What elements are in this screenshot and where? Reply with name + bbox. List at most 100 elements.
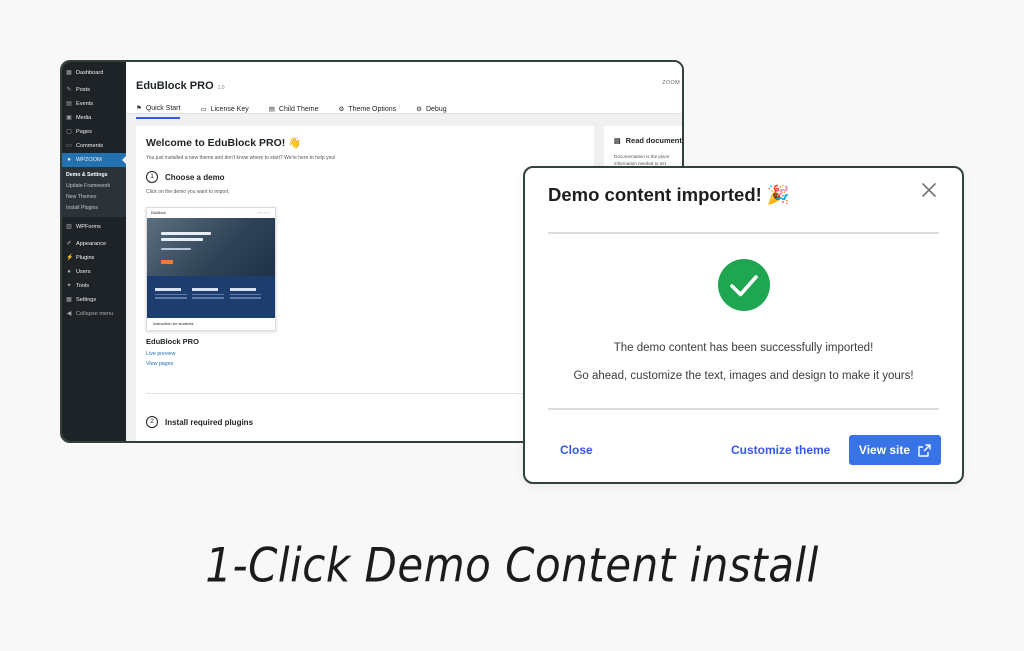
- thumb-hero-line: [161, 248, 191, 250]
- admin-sidebar: ▦ Dashboard ✎ Posts ▤ Events ▣ Media ▢ Pages …: [62, 62, 126, 441]
- page-title: EduBlock PRO: [136, 80, 214, 92]
- external-link-icon: [918, 443, 931, 457]
- sidebar-item-tools[interactable]: ✦ Tools: [62, 279, 126, 293]
- step-choose-demo: 1 Choose a demo: [146, 171, 584, 183]
- sidebar-item-label: Appearance: [76, 241, 107, 247]
- sidebar-item-collapse[interactable]: ◀ Collapse menu: [62, 307, 126, 321]
- gear-icon: ⚙: [338, 106, 345, 113]
- theme-version: 1.0: [217, 85, 225, 91]
- modal-title: Demo content imported! 🎉: [548, 184, 790, 205]
- thumb-hero-line: [161, 232, 211, 235]
- plug-icon: ⚡: [66, 255, 74, 261]
- submenu-demo-settings[interactable]: Demo & Settings: [62, 170, 126, 181]
- thumb-nav: EduBlock ▪▪▪▪▪▪: [147, 208, 275, 218]
- sidebar-item-label: Pages: [76, 129, 92, 135]
- step-label: Install required plugins: [165, 417, 254, 427]
- tab-label: Debug: [425, 105, 447, 113]
- sidebar-item-dashboard[interactable]: ▦ Dashboard: [62, 66, 126, 80]
- caption: 1-Click Demo Content install: [205, 538, 819, 593]
- page-icon: ▢: [66, 129, 72, 135]
- sidebar-item-appearance[interactable]: ✐ Appearance: [62, 237, 126, 251]
- thumb-hero-line: [161, 238, 203, 241]
- sidebar-item-label: Plugins: [76, 255, 95, 261]
- submenu-new-themes[interactable]: New Themes: [62, 192, 126, 203]
- tab-debug[interactable]: ⚙ Debug: [416, 104, 446, 119]
- sidebar-item-label: Events: [76, 101, 94, 107]
- calendar-icon: ▤: [66, 101, 72, 107]
- key-icon: ▭: [200, 106, 207, 113]
- wpzoom-submenu: Demo & Settings Update Framework New The…: [62, 167, 126, 217]
- tab-child-theme[interactable]: ▤ Child Theme: [269, 104, 319, 119]
- view-site-button[interactable]: View site: [849, 435, 941, 465]
- thumb-hero-button: [161, 260, 173, 264]
- tab-label: Theme Options: [348, 105, 397, 113]
- thumb-menu-icon: ▪▪▪▪▪▪: [257, 211, 271, 215]
- theme-tabs: ⚑ Quick Start ▭ License Key ▤ Child Theme ⚙…: [136, 104, 672, 119]
- user-icon: ●: [67, 269, 71, 275]
- close-button[interactable]: Close: [560, 443, 593, 457]
- tab-label: License Key: [210, 105, 249, 113]
- tab-theme-options[interactable]: ⚙ Theme Options: [338, 104, 396, 119]
- sidebar-item-wpforms[interactable]: ▥ WPForms: [62, 220, 126, 234]
- collapse-icon: ◀: [66, 311, 72, 317]
- step-install-plugins: 2 Install required plugins: [146, 416, 584, 428]
- sidebar-item-users[interactable]: ● Users: [62, 265, 126, 279]
- step-label: Choose a demo: [165, 172, 225, 182]
- thumb-logo: EduBlock: [151, 211, 166, 215]
- sidebar-item-label: Media: [76, 115, 92, 121]
- welcome-subtitle: You just installed a new theme and don't…: [146, 155, 336, 161]
- import-success-modal: Demo content imported! 🎉 The demo conten…: [523, 166, 964, 484]
- docs-title-text: Read documentation: [625, 136, 682, 145]
- book-icon: ▤: [614, 137, 621, 145]
- sidebar-item-label: Dashboard: [76, 70, 104, 76]
- brush-icon: ✐: [66, 241, 72, 247]
- sidebar-item-wpzoom[interactable]: ● WPZOOM: [62, 153, 126, 167]
- success-check-icon: [718, 259, 770, 311]
- settings-icon: ▦: [66, 297, 72, 303]
- comment-icon: ▭: [66, 143, 72, 149]
- wpzoom-icon: ●: [67, 157, 71, 163]
- view-pages-link[interactable]: View pages: [146, 361, 584, 367]
- close-icon[interactable]: [920, 182, 938, 200]
- demo-thumbnail[interactable]: EduBlock ▪▪▪▪▪▪ Instruction for students: [146, 207, 276, 331]
- modal-divider-top: [548, 232, 939, 234]
- customize-theme-button[interactable]: Customize theme: [731, 443, 830, 457]
- tab-label: Quick Start: [145, 104, 181, 112]
- docs-title: ▤ Read documentation: [614, 136, 682, 145]
- docs-text: Documentation is the place information ne…: [614, 153, 682, 167]
- submenu-install-plugins[interactable]: Install Plugins: [62, 203, 126, 214]
- sidebar-item-posts[interactable]: ✎ Posts: [62, 83, 126, 97]
- tab-license-key[interactable]: ▭ License Key: [200, 104, 248, 119]
- divider: [146, 393, 584, 394]
- flag-icon: ⚑: [136, 105, 142, 112]
- tab-quick-start[interactable]: ⚑ Quick Start: [136, 104, 181, 119]
- media-icon: ▣: [66, 115, 72, 121]
- theme-header: EduBlock PRO 1.0 ZOOM ⚑ Quick Start ▭ Licen…: [126, 62, 682, 119]
- sidebar-item-label: Settings: [76, 297, 97, 303]
- sidebar-item-events[interactable]: ▤ Events: [62, 97, 126, 111]
- thumb-feature: [192, 288, 229, 318]
- thumb-feature: [155, 288, 192, 318]
- wrench-icon: ✦: [66, 283, 72, 289]
- thumb-footer-text: Instruction for students: [153, 321, 194, 326]
- modal-divider-bottom: [548, 408, 939, 410]
- thumb-hero-image: [147, 218, 275, 276]
- sidebar-item-plugins[interactable]: ⚡ Plugins: [62, 251, 126, 265]
- sidebar-item-media[interactable]: ▣ Media: [62, 111, 126, 125]
- sidebar-item-settings[interactable]: ▦ Settings: [62, 293, 126, 307]
- live-preview-link[interactable]: Live preview: [146, 351, 584, 357]
- sidebar-item-pages[interactable]: ▢ Pages: [62, 125, 126, 139]
- demo-name: EduBlock PRO: [146, 337, 199, 346]
- wpzoom-logo: ZOOM: [662, 80, 680, 86]
- dashboard-icon: ▦: [66, 70, 72, 76]
- sidebar-item-label: Comments: [76, 143, 104, 149]
- docs-text-line: Documentation is the place: [614, 154, 670, 159]
- sidebar-item-label: Users: [76, 269, 91, 275]
- sidebar-item-label: WPForms: [76, 224, 101, 230]
- sidebar-item-comments[interactable]: ▭ Comments: [62, 139, 126, 153]
- submenu-update-framework[interactable]: Update Framework: [62, 181, 126, 192]
- customize-hint: Go ahead, customize the text, images and…: [573, 370, 914, 382]
- success-message: The demo content has been successfully i…: [613, 342, 874, 354]
- sidebar-item-label: Tools: [76, 283, 90, 289]
- pin-icon: ✎: [66, 87, 72, 93]
